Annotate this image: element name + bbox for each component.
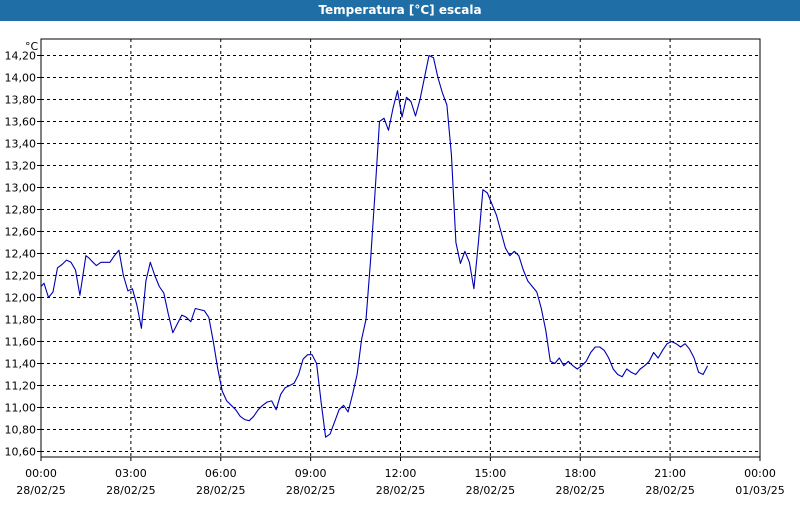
x-tick-time-label: 00:00 <box>744 467 776 480</box>
x-tick-time-label: 06:00 <box>205 467 237 480</box>
x-tick-time-label: 15:00 <box>475 467 507 480</box>
x-tick-time-label: 12:00 <box>385 467 417 480</box>
y-tick-label: 12,40 <box>5 248 37 261</box>
x-tick-time-label: 18:00 <box>564 467 596 480</box>
y-tick-label: 13,80 <box>5 94 37 107</box>
x-tick-date-label: 28/02/25 <box>645 484 694 497</box>
y-tick-label: 11,40 <box>5 358 37 371</box>
x-tick-time-label: 03:00 <box>115 467 147 480</box>
y-tick-label: 12,00 <box>5 292 37 305</box>
y-tick-label: 12,60 <box>5 226 37 239</box>
y-tick-label: 13,60 <box>5 116 37 129</box>
x-tick-time-label: 09:00 <box>295 467 327 480</box>
y-tick-label: 10,80 <box>5 424 37 437</box>
y-tick-label: 14,20 <box>5 50 37 63</box>
y-tick-label: 12,80 <box>5 204 37 217</box>
x-tick-date-label: 28/02/25 <box>196 484 245 497</box>
x-tick-time-label: 00:00 <box>25 467 57 480</box>
x-tick-date-label: 28/02/25 <box>466 484 515 497</box>
series-layer <box>40 54 709 438</box>
y-tick-label: 13,00 <box>5 182 37 195</box>
y-tick-label: 12,20 <box>5 270 37 283</box>
y-tick-label: 11,80 <box>5 314 37 327</box>
x-tick-date-label: 01/03/25 <box>735 484 784 497</box>
grid-layer <box>41 39 760 457</box>
y-tick-label: 14,00 <box>5 72 37 85</box>
y-tick-label: 13,40 <box>5 138 37 151</box>
temperature-series-line <box>40 54 709 438</box>
chart-area: °C 10,60 10,80 11,00 11,20 11,40 11,60 11,80 12… <box>0 21 800 500</box>
y-tick-label: 13,20 <box>5 160 37 173</box>
x-tick-date-label: 28/02/25 <box>16 484 65 497</box>
x-tick-time-label: 21:00 <box>654 467 686 480</box>
chart-title-bar: Temperatura [°C] escala <box>0 0 800 21</box>
temperature-line-chart: °C 10,6010,8011,0011,2011,4011,6011,8012… <box>5 38 785 497</box>
x-tick-date-label: 28/02/25 <box>286 484 335 497</box>
x-tick-date-label: 28/02/25 <box>556 484 605 497</box>
y-tick-label: 10,60 <box>5 446 37 459</box>
chart-title: Temperatura [°C] escala <box>318 3 482 17</box>
x-tick-date-label: 28/02/25 <box>106 484 155 497</box>
y-tick-label: 11,60 <box>5 336 37 349</box>
x-tick-date-label: 28/02/25 <box>376 484 425 497</box>
y-tick-label: 11,00 <box>5 402 37 415</box>
y-tick-label: 11,20 <box>5 380 37 393</box>
